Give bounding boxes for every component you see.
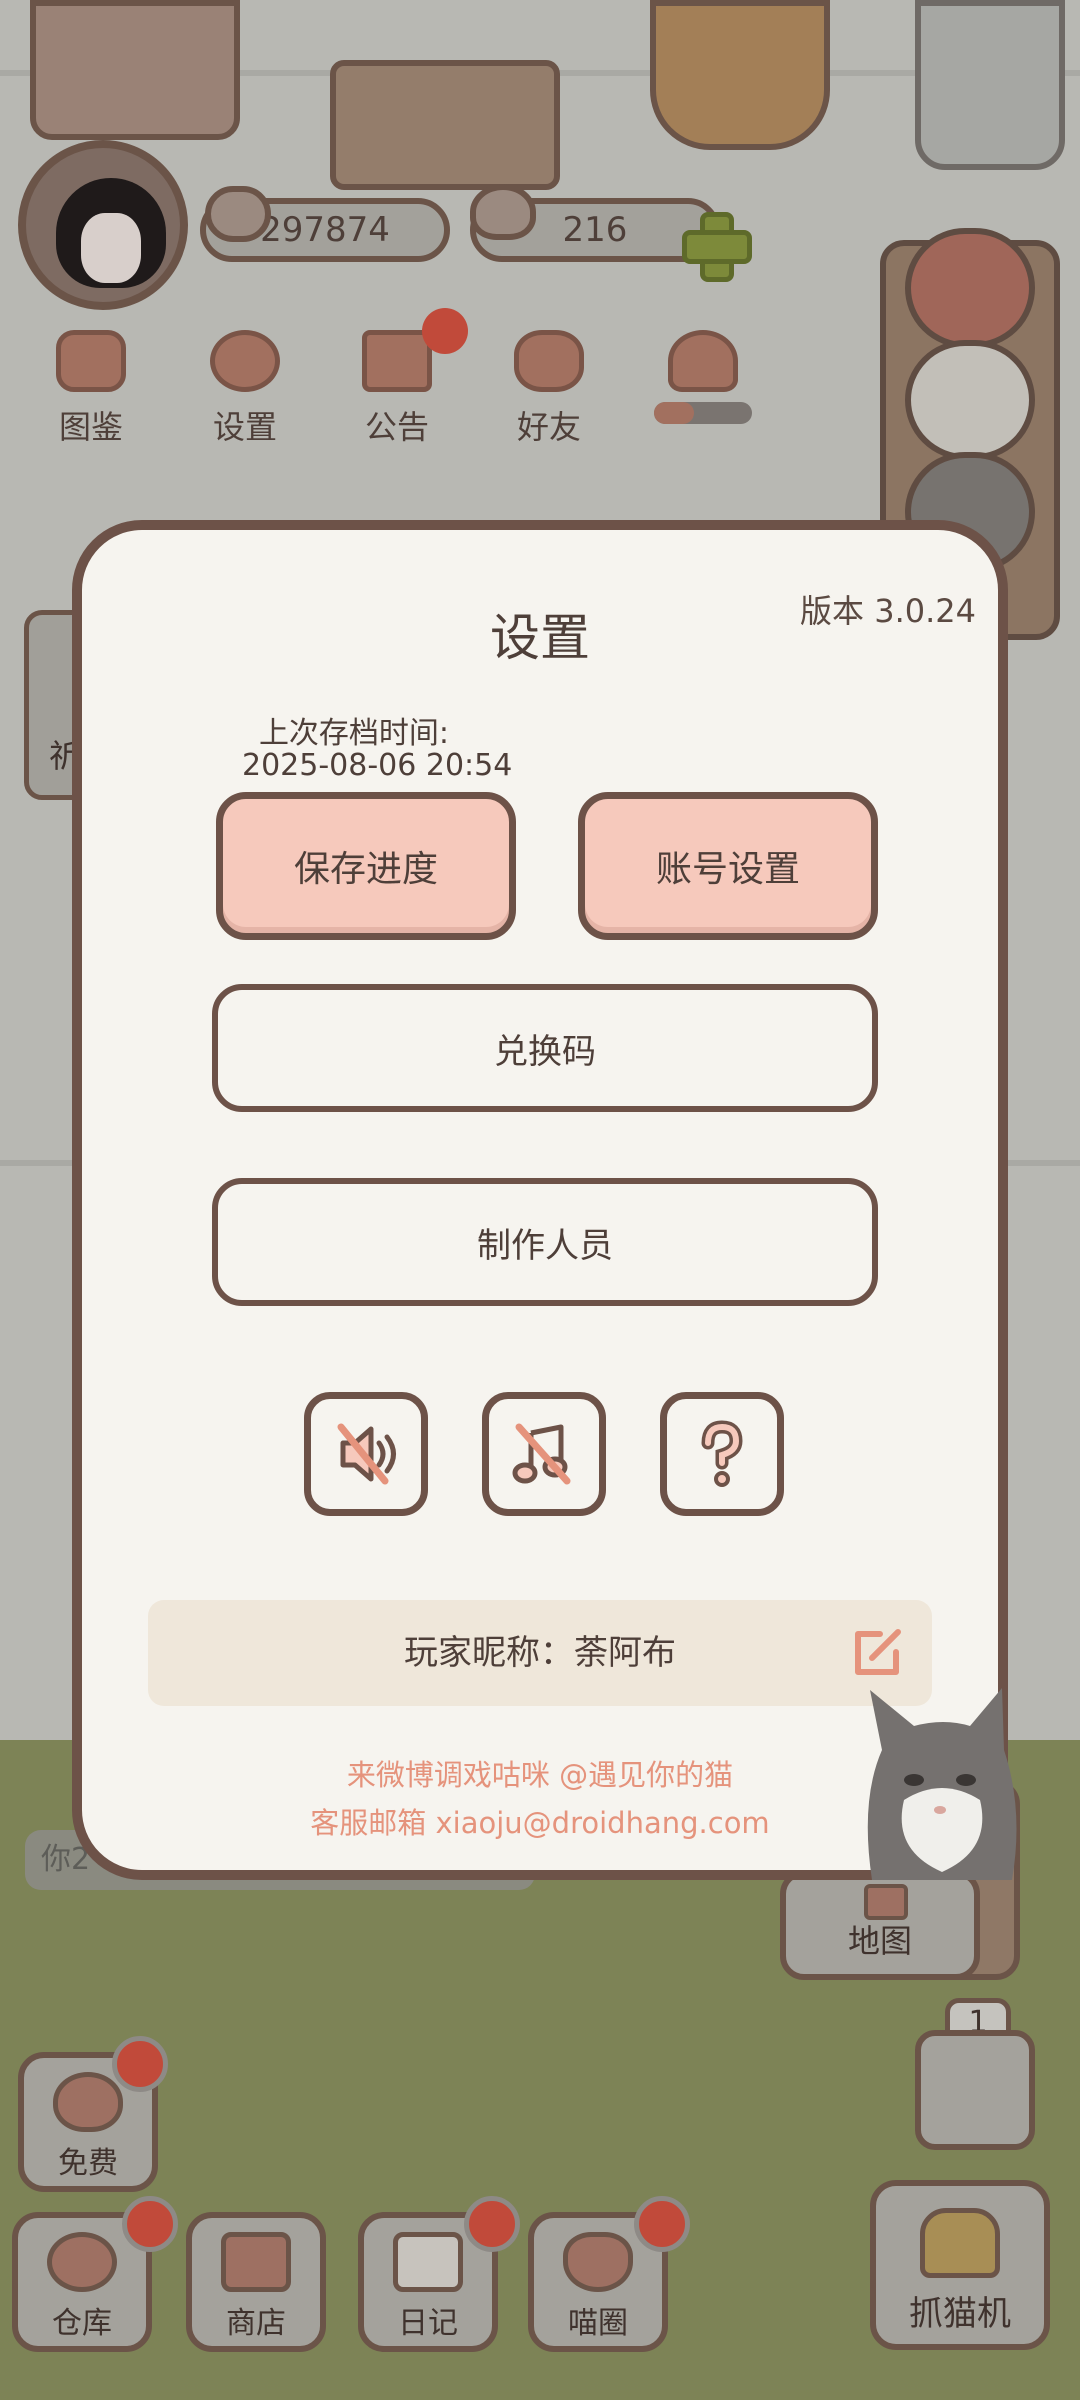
claw-machine-label: 抓猫机 [909, 2294, 1011, 2334]
map-button[interactable]: 地图 [780, 1870, 980, 1980]
add-currency-icon[interactable] [682, 212, 752, 282]
character-decoration [650, 0, 830, 150]
claw-machine-button[interactable]: 抓猫机 [870, 2180, 1050, 2350]
announcement-label: 公告 [364, 408, 429, 446]
gear-icon [210, 330, 280, 392]
gift-icon [362, 330, 432, 392]
free-label: 免费 [58, 2146, 118, 2181]
cat-planet-icon [563, 2232, 633, 2292]
cat-face-icon [56, 330, 126, 392]
shop-icon [221, 2232, 291, 2292]
tv-decoration [30, 0, 240, 140]
player-nickname-bar: 玩家昵称：荼阿布 [148, 1600, 932, 1706]
house-icon [864, 1884, 908, 1920]
last-save-label: 上次存档时间: [258, 716, 450, 751]
notification-dot [112, 2036, 168, 2092]
friends-button[interactable]: 好友 [494, 330, 604, 470]
last-save-time: 2025-08-06 20:54 [242, 748, 513, 783]
version-label: 版本 3.0.24 [800, 592, 976, 630]
account-settings-label: 账号设置 [655, 849, 800, 890]
diary-label: 日记 [398, 2306, 458, 2341]
warehouse-icon [47, 2232, 117, 2292]
coin-value: 297874 [260, 210, 390, 250]
notification-dot [422, 308, 468, 354]
music-muted-icon [512, 1423, 571, 1485]
account-settings-button[interactable]: 账号设置 [578, 792, 878, 940]
save-progress-label: 保存进度 [293, 849, 438, 890]
friends-icon [514, 330, 584, 392]
player-nickname: 玩家昵称：荼阿布 [404, 1633, 676, 1673]
heart-value: 216 [562, 210, 628, 250]
settings-button[interactable]: 设置 [190, 330, 300, 470]
shelf-decoration [330, 60, 560, 190]
player-avatar[interactable] [18, 140, 188, 310]
shop-label: 商店 [226, 2306, 286, 2341]
hearts-icon [668, 330, 738, 392]
credits-label: 制作人员 [477, 1225, 613, 1266]
help-button[interactable] [660, 1392, 784, 1516]
fish-coin-icon [205, 186, 271, 242]
settings-label: 设置 [212, 408, 277, 446]
notification-dot [634, 2196, 690, 2252]
lamp-decoration [915, 0, 1065, 170]
question-icon [701, 1420, 743, 1487]
cat-photo [867, 1688, 1017, 1880]
affection-button[interactable] [648, 330, 758, 470]
sound-toggle-button[interactable] [304, 1392, 428, 1516]
friends-label: 好友 [516, 408, 581, 446]
warehouse-label: 仓库 [52, 2306, 112, 2341]
music-toggle-button[interactable] [482, 1392, 606, 1516]
settings-dialog: 设置 版本 3.0.24 上次存档时间: 2025-08-06 20:54 保存… [72, 520, 1017, 1880]
diary-icon [393, 2232, 463, 2292]
vending-machine-button[interactable] [915, 2030, 1035, 2150]
collection-button[interactable]: 图鉴 [36, 330, 146, 470]
speaker-muted-icon [337, 1423, 396, 1485]
shop-button[interactable]: 商店 [186, 2212, 326, 2352]
credits-button[interactable]: 制作人员 [212, 1178, 878, 1306]
claw-icon [920, 2208, 1000, 2278]
owl-icon [905, 228, 1035, 348]
heart-icon [53, 2072, 123, 2132]
collection-label: 图鉴 [58, 408, 123, 446]
affection-bar-fill [654, 402, 694, 424]
owl-icon [905, 340, 1035, 460]
redeem-code-label: 兑换码 [494, 1031, 596, 1072]
save-progress-button[interactable]: 保存进度 [216, 792, 516, 940]
heart-icon [470, 184, 536, 240]
edit-icon[interactable] [850, 1626, 908, 1680]
notification-dot [464, 2196, 520, 2252]
cat-circle-label: 喵圈 [568, 2306, 628, 2341]
notification-dot [122, 2196, 178, 2252]
avatar-face [81, 213, 141, 283]
map-label: 地图 [847, 1922, 912, 1960]
redeem-code-button[interactable]: 兑换码 [212, 984, 878, 1112]
